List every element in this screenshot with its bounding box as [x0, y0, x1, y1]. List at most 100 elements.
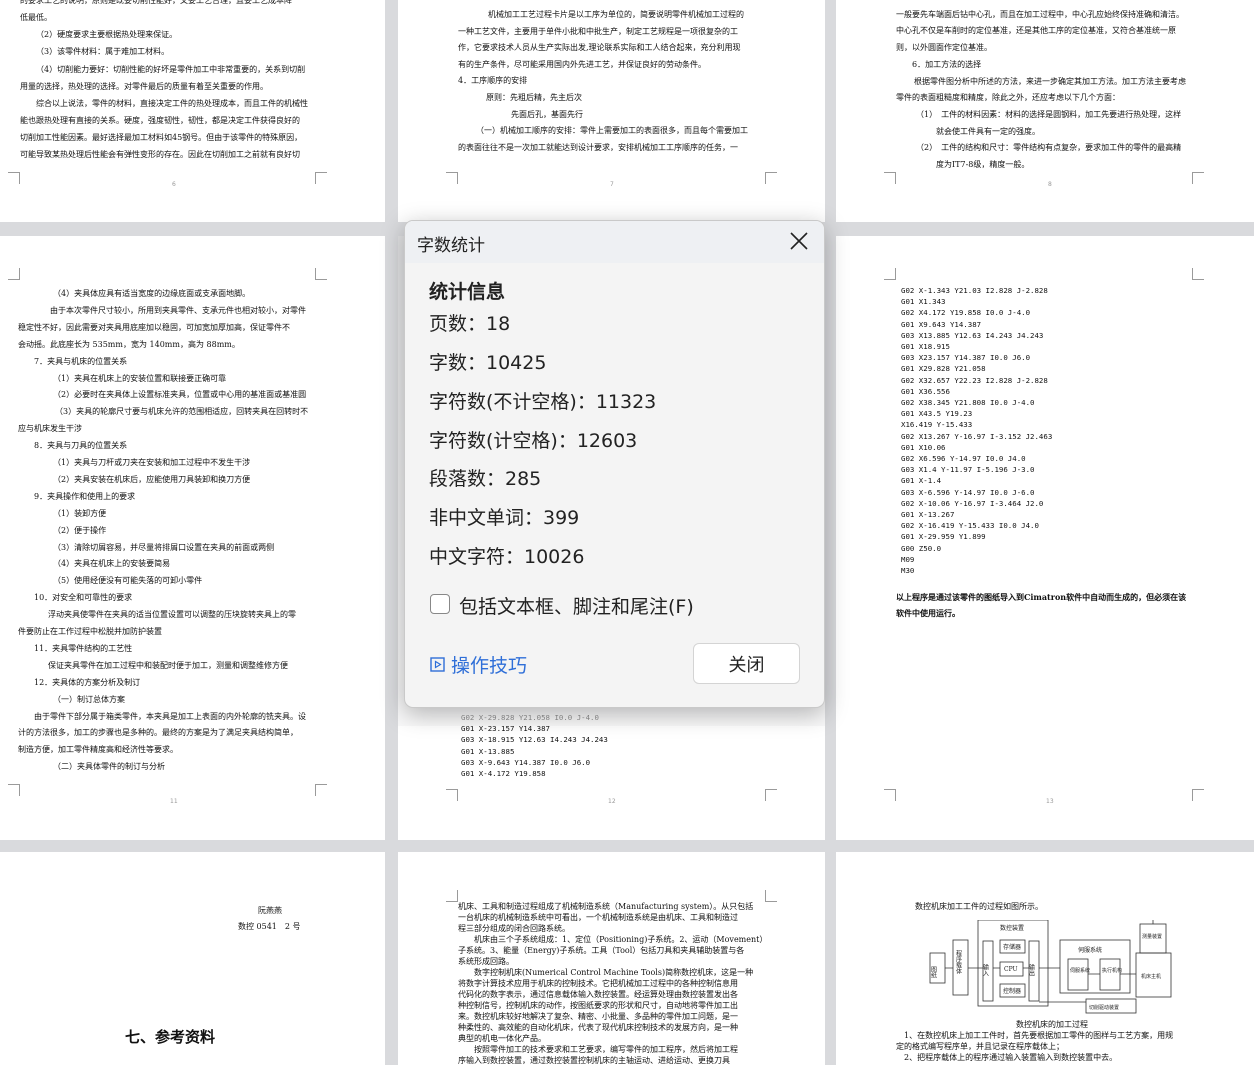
text-line: G03 X13.885 Y12.63 I4.243 J4.243 [901, 330, 1044, 340]
text-line: G01 X-13.885 [461, 746, 515, 756]
text-line: G01 X9.643 Y14.387 [901, 319, 982, 329]
tips-link[interactable]: 操作技巧 [430, 651, 527, 678]
page-corner-mark [315, 784, 327, 796]
include-textboxes-checkbox[interactable] [430, 594, 450, 614]
text-line: 机床由三个子系统组成：1、定位（Positioning)子系统。2、运动（Mov… [458, 935, 768, 944]
text-line: （4）切削能力要好：切削性能的好坏是零件加工中非常重要的，关系到切削 [36, 65, 306, 74]
page-corner-mark [446, 890, 458, 902]
text-line: 一台机床的机械制造系统中可看出，一个机械制造系统是由机床、工具和制造过 [458, 913, 738, 922]
text-line: 的表面往往不是一次加工就能达到设计要求，安排机械加工工序顺序的任务，一 [458, 143, 738, 152]
text-line: 零件的表面粗糙度和精度，除此之外，还应考虑以下几个方面： [896, 93, 1120, 102]
text-line: G01 X36.556 [901, 386, 950, 396]
text-line: （1）夹具在机床上的安装位置和联接要正确可靠 [53, 373, 227, 383]
page-intro: 机床、工具和制造过程组成了机械制造系统（Manufacturing system… [398, 852, 825, 1065]
references-heading: 七、参考资料 [125, 1028, 216, 1046]
text-line: 件要防止在工作过程中松脱并加防护装置 [18, 627, 162, 636]
text-line: G01 X29.828 Y21.058 [901, 364, 986, 374]
text-line: 7．夹具与机床的位置关系 [34, 356, 128, 366]
page-corner-mark [8, 784, 20, 796]
text-line: 2、把程序载体上的程序通过输入装置输入到数控装置中去。 [896, 1053, 1118, 1062]
text-line: 一般要先车端面后钻中心孔，而且在加工过程中，中心孔应始终保持准确和清洁。 [896, 10, 1184, 19]
include-textboxes-label[interactable]: 包括文本框、脚注和尾注(F) [459, 592, 694, 619]
text-line: G02 X-16.419 Y-15.433 I0.0 J4.0 [901, 521, 1039, 531]
page-number: 6 [172, 181, 176, 188]
page-number: 12 [608, 798, 616, 805]
close-icon[interactable] [788, 230, 810, 252]
text-line: 种控制信号，控制机床的动作，按图纸要求的形状和尺寸，自动地将零件加工出 [458, 1001, 738, 1010]
play-video-icon [430, 657, 445, 672]
stat-words: 字数：10425 [429, 352, 547, 374]
diagram-label: 测量装置 [1142, 933, 1162, 940]
text-line: 种柔性的、高效能的自动化机床，代表了现代机床控制技术的发展方向，是一种 [458, 1023, 738, 1032]
cnc-process-diagram: 图纸 程序载体 数控装置 输入 存储器 CPU 控制器 输出 伺服系统 伺服系统… [930, 920, 1172, 1014]
page-number: 8 [1048, 181, 1052, 188]
stats-heading: 统计信息 [429, 281, 506, 303]
text-line: G01 X-13.267 [901, 510, 955, 519]
text-line: 9．夹具操作和使用上的要求 [34, 491, 136, 501]
text-line: 一种工艺文件，主要用于单件小批和中批生产，制定工艺规程是一项很复杂的工 [458, 27, 738, 36]
page-corner-mark [884, 789, 896, 801]
text-line: 软件中使用运行。 [896, 608, 960, 618]
text-line: G03 X-9.643 Y14.387 I0.0 J6.0 [461, 757, 591, 767]
text-line: 典型的机电一体化产品。 [458, 1034, 546, 1043]
diagram-label: CPU [1004, 966, 1018, 973]
text-line: （2）便于操作 [53, 525, 107, 535]
text-line: 度为IT7-8级，精度一般。 [936, 160, 1030, 169]
text-line: 序输入到数控装置，通过数控装置控制机床的主轴运动、进给运动、更换刀具 [458, 1056, 730, 1065]
text-line: G01 X-1.4 [901, 476, 942, 486]
text-line: G00 Z50.0 [901, 543, 942, 553]
page-corner-mark [315, 172, 327, 184]
text-line: G02 X13.267 Y-16.97 I-3.152 J2.463 [901, 431, 1053, 441]
page-number: 7 [610, 181, 614, 188]
text-line: （3）清除切屑容易，并尽量将排屑口设置在夹具的前面或两侧 [53, 542, 275, 552]
text-line: 程三部分组成的闭合回路系统。 [458, 924, 570, 933]
close-button[interactable]: 关闭 [693, 643, 800, 684]
text-line: 就会使工件具有一定的强度。 [936, 127, 1040, 136]
text-line: 能也跟热处理有直接的关系。硬度，强度韧性，韧性，都是决定工件获得良好的 [20, 116, 300, 125]
dialog-titlebar[interactable]: 字数统计 [405, 221, 824, 263]
text-line: 切削加工性能因素。最好选择最加工材料如45钢号。但由于该零件的特殊原因， [20, 133, 303, 142]
text-line: G02 X4.172 Y19.858 I0.0 J-4.0 [901, 308, 1031, 318]
text-line: （2）硬度要求主要根据热处理来保证。 [36, 30, 178, 39]
text-line: M30 [901, 566, 915, 575]
page-corner-mark [765, 890, 777, 902]
text-line: （2）夹具安装在机床后，应能使用刀具装卸和换刀方便 [53, 474, 251, 484]
text-line: 12．夹具体的方案分析及制订 [34, 677, 141, 687]
text-line: 由于零件下部分属于箱类零件，本夹具是加工上表面的内外轮廓的铣夹具。设 [34, 711, 306, 721]
text-line: G03 X-18.915 Y12.63 I4.243 J4.243 [461, 735, 608, 745]
stat-paragraphs: 段落数：285 [429, 468, 542, 490]
text-line: 将数字计算技术应用于机床的控制技术。它把机械加工过程中的各种控制信息用 [458, 979, 738, 988]
text-line: G01 X18.915 [901, 342, 950, 351]
page-number: 13 [1046, 798, 1054, 805]
text-line: 机床、工具和制造过程组成了机械制造系统（Manufacturing system… [458, 902, 754, 911]
text-line: 11．夹具零件结构的工艺性 [34, 643, 133, 653]
page-corner-mark [765, 172, 777, 184]
text-line: 浮动夹具使零件在夹具的适当位置设置可以调整的压块旋转夹具上的零 [48, 610, 296, 620]
page-corner-mark [884, 172, 896, 184]
page-8: 一般要先车端面后钻中心孔，而且在加工过程中，中心孔应始终保持准确和清洁。 中心孔不… [836, 0, 1254, 222]
diagram-label: 图纸 [930, 966, 937, 979]
text-line: G03 X-6.596 Y-14.97 I0.0 J-6.0 [901, 487, 1035, 497]
text-line: 中心孔不仅是车削时的定位基准，还是其他工序的定位基准，又符合基准统一原 [896, 26, 1176, 35]
page-7: 机械加工工艺过程卡片是以工序为单位的，简要说明零件机械加工过程的 一种工艺文件，主… [398, 0, 825, 222]
text-line: 由于本次零件尺寸较小，所用到夹具零件、支承元件也相对较小，对零件 [50, 305, 306, 315]
text-line: （2）必要时在夹具体上设置标准夹具，位置或中心用的基准面或基准圆 [53, 390, 307, 400]
text-line: 的要求工艺的说明，原则是既要切削性能好，又要工艺合理，且要工艺成本降 [20, 0, 292, 5]
text-line: （3）该零件材料：属于难加工材料。 [36, 47, 170, 56]
diagram-label: 伺服系统 [1078, 946, 1102, 954]
text-line: （1）夹具与刀杆或刀夹在安装和加工过程中不发生干涉 [53, 458, 251, 467]
text-line: 来。数控机床较好地解决了复杂、精密、小批量、多品种的零件加工问题，是一 [458, 1012, 738, 1021]
page-number: 11 [170, 798, 178, 805]
text-line: G01 X-4.172 Y19.858 [461, 769, 546, 778]
diagram-label: 控制器 [1003, 987, 1021, 995]
text-line: G03 X1.4 Y-11.97 I-5.196 J-3.0 [901, 465, 1035, 475]
text-line: （4）夹具体应具有适当宽度的边缘底面或支承面地脚。 [53, 289, 251, 298]
text-line: 用量的选择，热处理的选择。对零件最后的质量有着至关重要的作用。 [20, 82, 268, 91]
page-corner-mark [315, 268, 327, 280]
page-corner-mark [884, 268, 896, 280]
text-line: （2） 工件的结构和尺寸：零件结构有点复杂，要求加工件的零件的最高精 [916, 143, 1182, 152]
text-line: 1、在数控机床上加工工件时，首先要根据加工零件的图样与工艺方案，用规 [896, 1031, 1174, 1040]
page-11: （4）夹具体应具有适当宽度的边缘底面或支承面地脚。由于本次零件尺寸较小，所用到夹… [0, 236, 385, 840]
text-line: （一）制订总体方案 [53, 694, 125, 704]
stat-non-chinese-words: 非中文单词：399 [429, 507, 580, 529]
